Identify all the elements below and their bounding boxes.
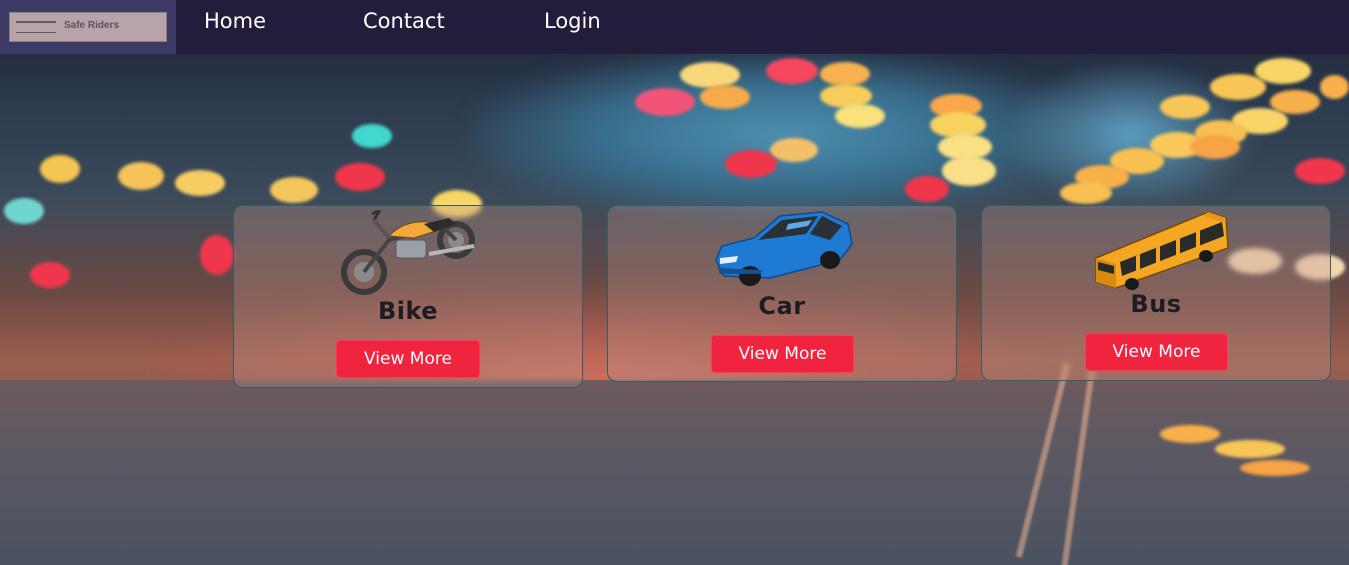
navbar: Safe Riders Home Contact Login: [0, 0, 1349, 54]
card-title-bus: Bus: [1130, 290, 1182, 318]
car-icon: [715, 211, 853, 286]
bus-view-more-button[interactable]: View More: [1085, 333, 1228, 371]
card-bike: Bike View More: [233, 205, 583, 388]
logo-text: Safe Riders: [64, 20, 120, 31]
card-title-bike: Bike: [377, 297, 439, 325]
card-bus: Bus View More: [981, 205, 1331, 381]
card-title-car: Car: [758, 292, 806, 320]
logo-container[interactable]: Safe Riders: [0, 0, 176, 54]
nav-home-link[interactable]: Home: [204, 9, 266, 33]
nav-contact-link[interactable]: Contact: [363, 9, 445, 33]
motorcycle-icon: [341, 210, 475, 295]
car-view-more-button[interactable]: View More: [711, 335, 854, 373]
logo-mark-icon: [16, 21, 56, 33]
bike-view-more-button[interactable]: View More: [336, 340, 480, 378]
nav-login-link[interactable]: Login: [544, 9, 601, 33]
logo[interactable]: Safe Riders: [9, 12, 167, 42]
bus-icon: [1095, 211, 1229, 290]
card-car: Car View More: [607, 205, 957, 382]
